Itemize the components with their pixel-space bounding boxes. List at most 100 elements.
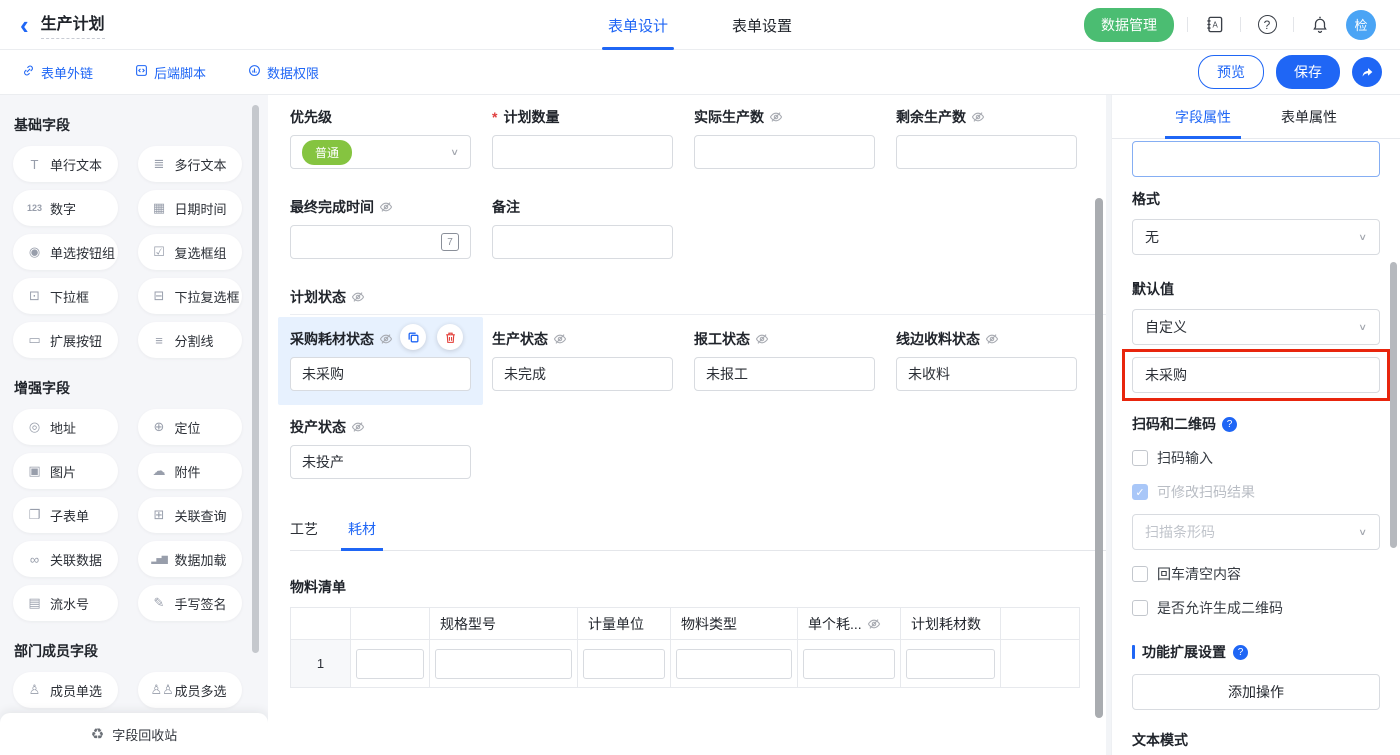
address-book-icon[interactable]: A	[1201, 12, 1227, 38]
top-header: ‹ 生产计划 表单设计 表单设置 数据管理 A ? 检	[0, 0, 1400, 50]
field-remaining-production[interactable]: 剩余生产数	[896, 109, 1077, 169]
field-purchase-material-status[interactable]: 采购耗材状态 未采购	[278, 317, 483, 405]
sidebar-item-2-1[interactable]: ♙♙成员多选	[138, 672, 243, 708]
field-launch-status[interactable]: 投产状态 未投产	[290, 419, 471, 479]
field-title-input[interactable]	[1132, 141, 1380, 177]
page-title[interactable]: 生产计划	[41, 10, 105, 39]
subform-cell-input[interactable]	[435, 649, 572, 679]
field-remarks[interactable]: 备注	[492, 199, 673, 259]
sidebar-item-0-6[interactable]: ⊡下拉框	[13, 278, 118, 314]
sidebar-item-0-9[interactable]: ≡分割线	[138, 322, 243, 358]
subform-cell-input[interactable]	[356, 649, 424, 679]
default-custom-value-input[interactable]: 未采购	[1132, 357, 1380, 393]
remaining-production-input[interactable]	[896, 135, 1077, 169]
subform-cell-input[interactable]	[676, 649, 792, 679]
option-editable-scan-result[interactable]: 可修改扫码结果	[1132, 482, 1380, 502]
help-icon[interactable]: ?	[1233, 645, 1248, 660]
format-select[interactable]: 无∨	[1132, 219, 1380, 255]
subform-cell-input[interactable]	[803, 649, 895, 679]
group-plan-status[interactable]: 计划状态	[290, 289, 1106, 305]
subform-cell-input[interactable]	[583, 649, 665, 679]
help-icon[interactable]: ?	[1254, 12, 1280, 38]
sidebar-item-1-7[interactable]: ▂▅▇数据加载	[138, 541, 243, 577]
sidebar-item-1-0[interactable]: ◎地址	[13, 409, 118, 445]
copy-field-button[interactable]	[400, 324, 426, 350]
lineside-receiving-status-input[interactable]: 未收料	[896, 357, 1077, 391]
sidebar-item-0-3[interactable]: ▦日期时间	[138, 190, 243, 226]
report-status-input[interactable]: 未报工	[694, 357, 875, 391]
help-icon[interactable]: ?	[1222, 417, 1237, 432]
sidebar-item-1-4[interactable]: ❐子表单	[13, 497, 118, 533]
purchase-material-status-input[interactable]: 未采购	[290, 357, 471, 391]
recycle-icon: ♻︎	[91, 725, 104, 743]
add-operation-button[interactable]: 添加操作	[1132, 674, 1380, 710]
actual-production-input[interactable]	[694, 135, 875, 169]
delete-field-button[interactable]	[437, 324, 463, 350]
sidebar-item-0-7[interactable]: ⊟下拉复选框	[138, 278, 243, 314]
final-completion-date-input[interactable]: 7	[290, 225, 471, 259]
preview-button[interactable]: 预览	[1198, 55, 1264, 89]
panel-scrollbar[interactable]	[1390, 262, 1397, 548]
sidebar-item-1-6[interactable]: ∞关联数据	[13, 541, 118, 577]
field-recycle-bin[interactable]: ♻︎ 字段回收站	[0, 713, 268, 755]
planned-quantity-input[interactable]	[492, 135, 673, 169]
back-icon[interactable]: ‹	[20, 14, 29, 36]
option-scan-input[interactable]: 扫码输入	[1132, 448, 1380, 468]
field-production-status[interactable]: 生产状态 未完成	[492, 331, 673, 391]
tab-consumables[interactable]: 耗材	[348, 519, 376, 539]
sidebar-item-1-8[interactable]: ▤流水号	[13, 585, 118, 621]
default-value-select[interactable]: 自定义∨	[1132, 309, 1380, 345]
form-external-link[interactable]: 表单外链	[22, 63, 93, 82]
data-manage-button[interactable]: 数据管理	[1084, 8, 1174, 42]
canvas-scrollbar[interactable]	[1095, 198, 1103, 718]
sidebar-item-1-2[interactable]: ▣图片	[13, 453, 118, 489]
sidebar-item-1-3[interactable]: ☁附件	[138, 453, 243, 489]
option-enter-clear[interactable]: 回车清空内容	[1132, 564, 1380, 584]
location-icon: ◎	[26, 419, 43, 435]
backend-script-link[interactable]: 后端脚本	[135, 63, 206, 82]
field-priority[interactable]: 优先级 普通 ∨	[290, 109, 471, 169]
notification-bell-icon[interactable]	[1307, 12, 1333, 38]
sidebar-item-2-0[interactable]: ♙成员单选	[13, 672, 118, 708]
data-permission-link[interactable]: 数据权限	[248, 63, 319, 82]
user-avatar[interactable]: 检	[1346, 10, 1376, 40]
eye-off-icon	[755, 332, 769, 346]
subform-title[interactable]: 物料清单	[290, 577, 1106, 597]
production-status-input[interactable]: 未完成	[492, 357, 673, 391]
checkbox-unchecked[interactable]	[1132, 450, 1148, 466]
tab-process[interactable]: 工艺	[290, 519, 318, 539]
sidebar-item-0-0[interactable]: T单行文本	[13, 146, 118, 182]
subform-cell-input[interactable]	[906, 649, 995, 679]
sidebar-item-1-1[interactable]: ⊕定位	[138, 409, 243, 445]
sidebar-item-0-1[interactable]: ≣多行文本	[138, 146, 243, 182]
field-report-status[interactable]: 报工状态 未报工	[694, 331, 875, 391]
checkbox-unchecked[interactable]	[1132, 600, 1148, 616]
share-button[interactable]	[1352, 57, 1382, 87]
sidebar-scrollbar[interactable]	[252, 105, 259, 653]
field-actual-production[interactable]: 实际生产数	[694, 109, 875, 169]
priority-select[interactable]: 普通 ∨	[290, 135, 471, 169]
checkbox-unchecked[interactable]	[1132, 566, 1148, 582]
sidebar-item-1-5[interactable]: ⊞关联查询	[138, 497, 243, 533]
tab-form-design[interactable]: 表单设计	[608, 0, 668, 50]
sidebar-item-0-4[interactable]: ◉单选按钮组	[13, 234, 118, 270]
launch-status-input[interactable]: 未投产	[290, 445, 471, 479]
sidebar-item-0-5[interactable]: ☑复选框组	[138, 234, 243, 270]
sidebar-item-0-2[interactable]: 123数字	[13, 190, 118, 226]
divider	[1240, 17, 1241, 32]
tab-field-properties[interactable]: 字段属性	[1175, 95, 1231, 139]
field-planned-quantity[interactable]: *计划数量	[492, 109, 673, 169]
tab-form-properties[interactable]: 表单属性	[1281, 95, 1337, 139]
attachment-icon: ☁	[151, 463, 168, 479]
option-allow-qrcode[interactable]: 是否允许生成二维码	[1132, 598, 1380, 618]
multi-line-text-icon: ≣	[151, 156, 168, 172]
sidebar-item-1-9[interactable]: ✎手写签名	[138, 585, 243, 621]
tab-form-settings[interactable]: 表单设置	[732, 0, 792, 50]
save-button[interactable]: 保存	[1276, 55, 1340, 89]
sidebar-item-0-8[interactable]: ▭扩展按钮	[13, 322, 118, 358]
canvas-row-2: 最终完成时间 7 备注	[290, 199, 1106, 259]
field-lineside-receiving-status[interactable]: 线边收料状态 未收料	[896, 331, 1077, 391]
divider	[1187, 17, 1188, 32]
field-final-completion-time[interactable]: 最终完成时间 7	[290, 199, 471, 259]
remarks-input[interactable]	[492, 225, 673, 259]
